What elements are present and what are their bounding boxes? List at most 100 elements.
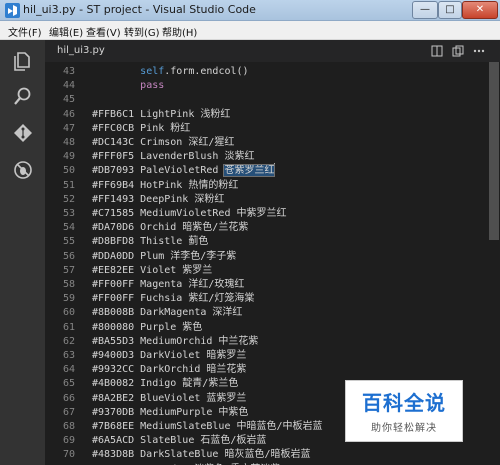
line-number: 48 — [62, 137, 75, 148]
line-number: 62 — [62, 335, 75, 347]
code-line[interactable]: 71 #E6E6FA Lavender 淡紫色/熏衣草淡紫 — [45, 462, 485, 465]
line-number: 47 — [62, 122, 75, 134]
code-line[interactable]: 54 #DA70D6 Orchid 暗紫色/兰花紫 — [45, 220, 485, 235]
line-number: 71 — [45, 462, 75, 465]
code-text: #8A2BE2 BlueViolet 蓝紫罗兰 — [92, 391, 246, 406]
code-line[interactable]: 59 #FF00FF Fuchsia 紫红/灯笼海棠 — [45, 291, 485, 306]
search-icon[interactable] — [12, 85, 34, 107]
code-line[interactable]: 57 #EE82EE Violet 紫罗兰 — [45, 263, 485, 278]
open-changes-icon[interactable] — [452, 45, 464, 60]
code-token: #8B008B DarkMagenta 深洋红 — [92, 307, 243, 319]
line-number: 51 — [62, 179, 75, 191]
code-token: #FF1493 DeepPink 深粉红 — [92, 193, 225, 205]
code-line[interactable]: 46 #FFB6C1 LightPink 浅粉红 — [45, 107, 485, 122]
menu-edit[interactable]: 编辑(E) — [49, 24, 83, 39]
keyword-token: self — [140, 66, 165, 77]
code-text: #9400D3 DarkViolet 暗紫罗兰 — [92, 348, 246, 363]
code-token: #9370DB MediumPurple 中紫色 — [92, 406, 249, 418]
code-text: #BA55D3 MediumOrchid 中兰花紫 — [92, 334, 258, 349]
menu-view[interactable]: 查看(V) — [86, 24, 121, 39]
line-number: 61 — [62, 321, 75, 333]
text-cursor — [274, 163, 276, 176]
menu-file[interactable]: 文件(F) — [8, 24, 42, 39]
code-token: #BA55D3 MediumOrchid 中兰花紫 — [92, 335, 259, 347]
maximize-button[interactable]: □ — [438, 1, 462, 19]
code-text: #FF69B4 HotPink 热情的粉红 — [92, 178, 238, 193]
code-line[interactable]: 48 #DC143C Crimson 深红/猩红 — [45, 135, 485, 150]
line-number: 69 — [62, 435, 75, 447]
code-line[interactable]: 55 #D8BFD8 Thistle 蓟色 — [45, 234, 485, 249]
code-line[interactable]: 62 #BA55D3 MediumOrchid 中兰花紫 — [45, 334, 485, 349]
code-text: #800080 Purple 紫色 — [92, 320, 202, 335]
line-number: 44 — [62, 80, 75, 92]
source-control-icon[interactable] — [12, 122, 34, 144]
code-text: #C71585 MediumVioletRed 中紫罗兰红 — [92, 206, 287, 221]
line-number: 45 — [62, 94, 75, 106]
split-editor-icon[interactable] — [431, 45, 443, 60]
menu-goto[interactable]: 转到(G) — [124, 24, 160, 39]
code-token: #C71585 MediumVioletRed 中紫罗兰红 — [92, 208, 287, 219]
menu-bar: 文件(F) 编辑(E) 查看(V) 转到(G) 帮助(H) — [0, 21, 500, 40]
code-line[interactable]: 43 self.form.endcol() — [45, 64, 485, 79]
minimize-icon: — — [420, 4, 430, 15]
code-line[interactable]: 53 #C71585 MediumVioletRed 中紫罗兰红 — [45, 206, 485, 221]
more-icon[interactable] — [473, 45, 485, 60]
line-number: 65 — [62, 378, 75, 390]
code-line[interactable]: 47 #FFC0CB Pink 粉红 — [45, 121, 485, 136]
code-text: #4B0082 Indigo 靛青/紫兰色 — [92, 376, 238, 391]
line-number: 54 — [62, 222, 75, 234]
code-token: #FF00FF Magenta 洋红/玫瑰红 — [92, 279, 245, 290]
line-number: 43 — [62, 66, 75, 77]
line-number: 49 — [62, 151, 75, 163]
line-number: 57 — [62, 264, 75, 276]
code-token: #800080 Purple 紫色 — [92, 321, 203, 333]
code-text: #DA70D6 Orchid 暗紫色/兰花紫 — [92, 220, 248, 235]
code-token: .form.endcol() — [164, 66, 249, 77]
files-icon[interactable] — [12, 50, 34, 72]
line-number: 64 — [62, 364, 75, 376]
code-token: #FF00FF Fuchsia 紫红/灯笼海棠 — [92, 293, 255, 305]
code-text: #6A5ACD SlateBlue 石蓝色/板岩蓝 — [92, 433, 266, 448]
code-line[interactable]: 49 #FFF0F5 LavenderBlush 淡紫红 — [45, 149, 485, 164]
code-line[interactable]: 51 #FF69B4 HotPink 热情的粉红 — [45, 178, 485, 193]
code-text: #FFB6C1 LightPink 浅粉红 — [92, 107, 230, 122]
code-line[interactable]: 64 #9932CC DarkOrchid 暗兰花紫 — [45, 362, 485, 377]
code-line[interactable]: 63 #9400D3 DarkViolet 暗紫罗兰 — [45, 348, 485, 363]
code-token: #4B0082 Indigo 靛青/紫兰色 — [92, 378, 239, 390]
code-line[interactable]: 61 #800080 Purple 紫色 — [45, 320, 485, 335]
tab-hil-ui3[interactable]: hil_ui3.py — [57, 45, 105, 56]
scrollbar-thumb[interactable] — [489, 62, 499, 240]
code-text: #DB7093 PaleVioletRed 苍紫罗兰红 — [92, 163, 276, 178]
title-bar: hil_ui3.py - ST project - Visual Studio … — [0, 0, 500, 21]
code-text: #D8BFD8 Thistle 蓟色 — [92, 234, 208, 249]
menu-help[interactable]: 帮助(H) — [162, 24, 197, 39]
debug-icon[interactable] — [12, 159, 34, 181]
line-number: 66 — [62, 392, 75, 404]
code-line[interactable]: 56 #DDA0DD Plum 洋李色/李子紫 — [45, 249, 485, 264]
line-number: 50 — [62, 165, 75, 177]
code-text: pass — [92, 78, 164, 93]
code-text: self.form.endcol() — [92, 64, 249, 79]
code-token: #8A2BE2 BlueViolet 蓝紫罗兰 — [92, 392, 247, 404]
code-line[interactable]: 58 #FF00FF Magenta 洋红/玫瑰红 — [45, 277, 485, 292]
close-icon: ✕ — [475, 4, 485, 15]
code-token: #7B68EE MediumSlateBlue 中暗蓝色/中板岩蓝 — [92, 421, 323, 432]
line-number: 70 — [62, 449, 75, 461]
line-number: 52 — [62, 193, 75, 205]
code-token: #483D8B DarkSlateBlue 暗灰蓝色/暗板岩蓝 — [92, 449, 311, 461]
line-number: 59 — [62, 293, 75, 305]
code-line[interactable]: 60 #8B008B DarkMagenta 深洋红 — [45, 305, 485, 320]
code-line[interactable]: 52 #FF1493 DeepPink 深粉红 — [45, 192, 485, 207]
line-number: 46 — [62, 108, 75, 120]
code-token: #6A5ACD SlateBlue 石蓝色/板岩蓝 — [92, 435, 267, 447]
code-line[interactable]: 44 pass — [45, 78, 485, 93]
code-line[interactable]: 70 #483D8B DarkSlateBlue 暗灰蓝色/暗板岩蓝 — [45, 447, 485, 462]
minimize-button[interactable]: — — [412, 1, 438, 19]
vscode-logo-icon — [5, 3, 20, 18]
close-button[interactable]: ✕ — [462, 1, 498, 19]
code-line[interactable]: 50 #DB7093 PaleVioletRed 苍紫罗兰红 — [45, 163, 485, 178]
code-line[interactable]: 45 — [45, 92, 485, 107]
code-token: #DC143C Crimson 深红/猩红 — [92, 137, 235, 148]
